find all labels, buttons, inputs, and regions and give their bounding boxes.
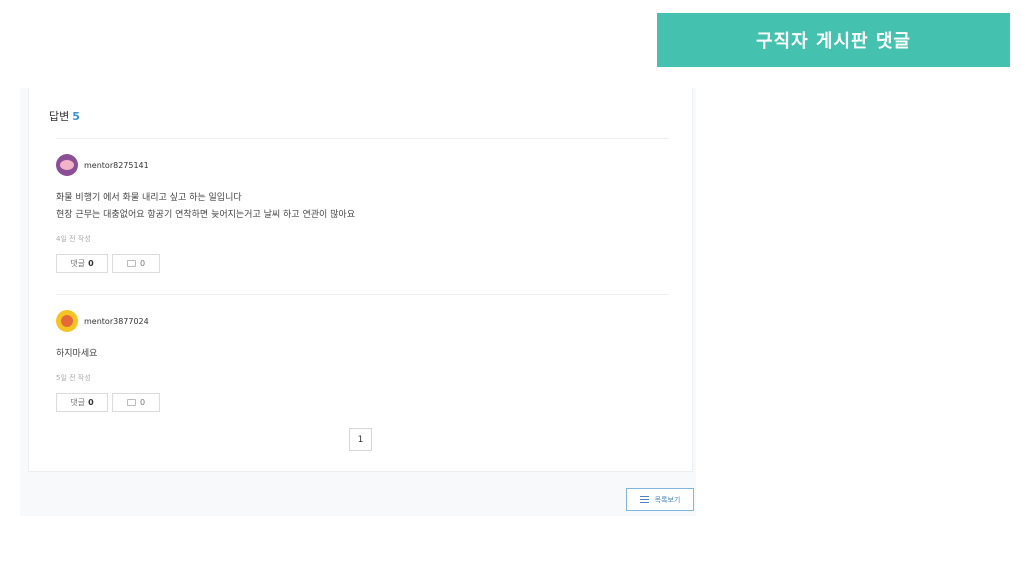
comment-time: 4일 전 작성 xyxy=(56,235,91,243)
answers-card: 답변 5 mentor8275141 화물 비행기 에서 화물 내리고 싶고 하는… xyxy=(28,88,693,472)
divider xyxy=(56,294,668,295)
reply-label: 댓글 xyxy=(70,259,86,268)
comment-line: 현장 근무는 대충없어요 항공기 연착하면 늦어지는거고 날씨 하고 연관이 많… xyxy=(56,210,355,220)
page-number: 1 xyxy=(357,434,364,445)
like-button[interactable]: 0 xyxy=(112,254,160,273)
banner-title: 구직자 게시판 댓글 xyxy=(755,31,911,52)
list-icon xyxy=(639,494,649,505)
reply-button[interactable]: 댓글 0 xyxy=(56,254,108,273)
thumbs-up-icon xyxy=(126,399,136,406)
avatar-icon[interactable] xyxy=(56,154,78,176)
board-banner: 구직자 게시판 댓글 xyxy=(657,13,1010,67)
like-count: 0 xyxy=(139,259,146,268)
comment-time: 5일 전 작성 xyxy=(56,374,91,382)
divider xyxy=(56,138,668,139)
answers-heading: 답변 5 xyxy=(49,108,80,124)
page-1-button[interactable]: 1 xyxy=(349,428,372,451)
comment-line: 하지마세요 xyxy=(56,349,98,359)
comment-body: 하지마세요 xyxy=(56,346,668,363)
author-name[interactable]: mentor3877024 xyxy=(84,317,149,326)
reply-button[interactable]: 댓글 0 xyxy=(56,393,108,412)
list-button-label: 목록보기 xyxy=(654,495,681,504)
like-button[interactable]: 0 xyxy=(112,393,160,412)
like-count: 0 xyxy=(139,398,146,407)
comment-item: mentor3877024 하지마세요 5일 전 작성 댓글 0 0 xyxy=(56,310,668,412)
answers-label: 답변 xyxy=(49,110,70,123)
comment-line: 화물 비행기 에서 화물 내리고 싶고 하는 일입니다 xyxy=(56,193,242,203)
comment-actions: 댓글 0 0 xyxy=(56,254,668,273)
comment-actions: 댓글 0 0 xyxy=(56,393,668,412)
thumbs-up-icon xyxy=(126,260,136,267)
comment-body: 화물 비행기 에서 화물 내리고 싶고 하는 일입니다 현장 근무는 대충없어요… xyxy=(56,190,668,224)
author-name[interactable]: mentor8275141 xyxy=(84,161,149,170)
comment-author: mentor8275141 xyxy=(56,154,668,176)
comment-author: mentor3877024 xyxy=(56,310,668,332)
reply-count: 0 xyxy=(88,398,94,407)
comments-panel: 답변 5 mentor8275141 화물 비행기 에서 화물 내리고 싶고 하는… xyxy=(20,88,696,516)
comment-item: mentor8275141 화물 비행기 에서 화물 내리고 싶고 하는 일입니… xyxy=(56,154,668,273)
reply-label: 댓글 xyxy=(70,398,86,407)
reply-count: 0 xyxy=(88,259,94,268)
answers-count: 5 xyxy=(72,110,80,123)
avatar-icon[interactable] xyxy=(56,310,78,332)
list-view-button[interactable]: 목록보기 xyxy=(626,488,694,511)
